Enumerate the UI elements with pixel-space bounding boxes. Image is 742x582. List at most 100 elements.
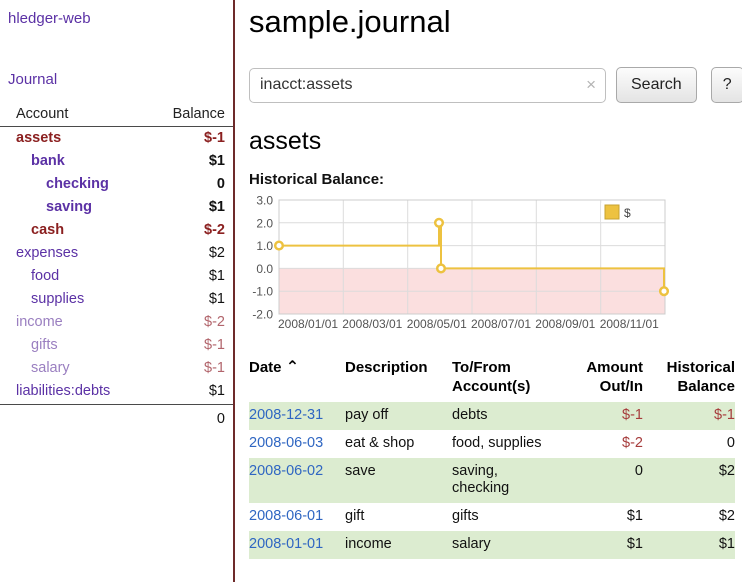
register-amount: $1	[577, 531, 643, 559]
register-row: 2008-01-01 income salary $1 $1	[249, 531, 735, 559]
register-table: Date ⌃ Description To/FromAccount(s) Amo…	[249, 358, 735, 559]
sidebar-account-supplies[interactable]: supplies	[8, 288, 84, 311]
register-row: 2008-12-31 pay off debts $-1 $-1	[249, 402, 735, 430]
register-description: gift	[345, 503, 452, 531]
chart-legend: $	[601, 203, 663, 222]
chart-title: Historical Balance:	[249, 171, 742, 188]
account-balance: $-2	[204, 311, 225, 334]
register-date-link[interactable]: 2008-12-31	[249, 407, 323, 423]
register-amount: 0	[577, 458, 643, 503]
account-balance: $1	[209, 380, 225, 403]
svg-text:2008/07/01: 2008/07/01	[471, 317, 531, 331]
date-header-label: Date	[249, 359, 282, 376]
account-row: income $-2	[8, 311, 225, 334]
account-row: liabilities:debts $1	[8, 380, 225, 403]
register-balance: 0	[643, 430, 735, 458]
legend-label: $	[624, 206, 631, 220]
svg-text:2008/11/01: 2008/11/01	[600, 317, 659, 331]
sidebar-account-checking[interactable]: checking	[8, 173, 109, 196]
account-balance: $-2	[204, 219, 225, 242]
sidebar-account-cash[interactable]: cash	[8, 219, 64, 242]
svg-text:2.0: 2.0	[256, 216, 273, 230]
register-date-link[interactable]: 2008-06-01	[249, 508, 323, 524]
svg-text:2008/05/01: 2008/05/01	[407, 317, 467, 331]
register-date-link[interactable]: 2008-06-02	[249, 463, 323, 479]
account-balance: $-1	[204, 357, 225, 380]
register-accounts: food, supplies	[452, 430, 577, 458]
account-balance: $2	[209, 242, 225, 265]
col-header-balance: HistoricalBalance	[643, 358, 735, 402]
account-balance: $1	[209, 265, 225, 288]
account-row: cash $-2	[8, 219, 225, 242]
search-button[interactable]: Search	[616, 67, 697, 103]
accounts-panel: Account Balance assets $-1 bank $1 checkin…	[8, 106, 225, 428]
svg-text:-1.0: -1.0	[252, 285, 273, 299]
account-row: assets $-1	[8, 127, 225, 150]
svg-text:-2.0: -2.0	[252, 308, 273, 322]
col-header-accounts: To/FromAccount(s)	[452, 358, 577, 402]
sidebar-account-expenses[interactable]: expenses	[8, 242, 78, 265]
register-description: eat & shop	[345, 430, 452, 458]
sidebar-account-food[interactable]: food	[8, 265, 59, 288]
register-date-link[interactable]: 2008-06-03	[249, 435, 323, 451]
sidebar-account-saving[interactable]: saving	[8, 196, 92, 219]
account-balance: 0	[217, 173, 225, 196]
register-balance: $2	[643, 458, 735, 503]
help-button[interactable]: ?	[711, 67, 742, 103]
register-row: 2008-06-03 eat & shop food, supplies $-2…	[249, 430, 735, 458]
register-accounts: salary	[452, 531, 577, 559]
sidebar-account-income[interactable]: income	[8, 311, 63, 334]
accounts-total: 0	[0, 404, 233, 428]
search-form: × Search ?	[249, 67, 742, 103]
account-balance: $1	[209, 196, 225, 219]
account-row: checking 0	[8, 173, 225, 196]
nav-journal-link[interactable]: Journal	[8, 71, 225, 88]
account-row: saving $1	[8, 196, 225, 219]
account-row: bank $1	[8, 150, 225, 173]
register-row: 2008-06-02 save saving, checking 0 $2	[249, 458, 735, 503]
account-heading: assets	[249, 127, 742, 156]
svg-text:1.0: 1.0	[256, 239, 273, 253]
historical-balance-chart: 3.0 2.0 1.0 0.0 -1.0 -2.0 2008/01/01 200…	[249, 194, 679, 332]
register-amount: $-2	[577, 430, 643, 458]
sidebar-account-bank[interactable]: bank	[8, 150, 65, 173]
register-balance: $2	[643, 503, 735, 531]
svg-text:0.0: 0.0	[256, 262, 273, 276]
register-row: 2008-06-01 gift gifts $1 $2	[249, 503, 735, 531]
register-amount: $1	[577, 503, 643, 531]
legend-swatch	[605, 205, 619, 219]
account-row: expenses $2	[8, 242, 225, 265]
accounts-col-header: Account	[16, 106, 68, 122]
register-accounts: gifts	[452, 503, 577, 531]
svg-text:2008/01/01: 2008/01/01	[278, 317, 338, 331]
sidebar-account-liabilities-debts[interactable]: liabilities:debts	[8, 380, 110, 403]
register-date-link[interactable]: 2008-01-01	[249, 536, 323, 552]
sidebar: hledger-web Journal Account Balance asse…	[0, 0, 235, 582]
register-accounts: debts	[452, 402, 577, 430]
col-header-amount: AmountOut/In	[577, 358, 643, 402]
accounts-header-row: Account Balance	[0, 106, 233, 127]
register-balance: $1	[643, 531, 735, 559]
account-row: salary $-1	[8, 357, 225, 380]
balance-col-header: Balance	[173, 106, 225, 122]
register-accounts: saving, checking	[452, 458, 577, 503]
account-row: food $1	[8, 265, 225, 288]
x-axis-labels: 2008/01/01 2008/03/01 2008/05/01 2008/07…	[278, 317, 659, 331]
col-header-date[interactable]: Date ⌃	[249, 358, 345, 402]
sidebar-account-salary[interactable]: salary	[8, 357, 70, 380]
account-balance: $-1	[204, 334, 225, 357]
account-row: gifts $-1	[8, 334, 225, 357]
sort-asc-icon: ⌃	[286, 359, 299, 376]
account-balance: $-1	[204, 127, 225, 150]
svg-text:3.0: 3.0	[256, 194, 273, 208]
account-balance: $1	[209, 150, 225, 173]
sidebar-account-gifts[interactable]: gifts	[8, 334, 58, 357]
y-axis-labels: 3.0 2.0 1.0 0.0 -1.0 -2.0	[252, 194, 273, 322]
page-title: sample.journal	[249, 4, 742, 40]
app-title-link[interactable]: hledger-web	[8, 10, 225, 27]
svg-text:2008/09/01: 2008/09/01	[535, 317, 595, 331]
sidebar-account-assets[interactable]: assets	[8, 127, 61, 150]
search-input[interactable]	[249, 68, 606, 103]
clear-search-icon[interactable]: ×	[586, 75, 596, 95]
register-description: pay off	[345, 402, 452, 430]
